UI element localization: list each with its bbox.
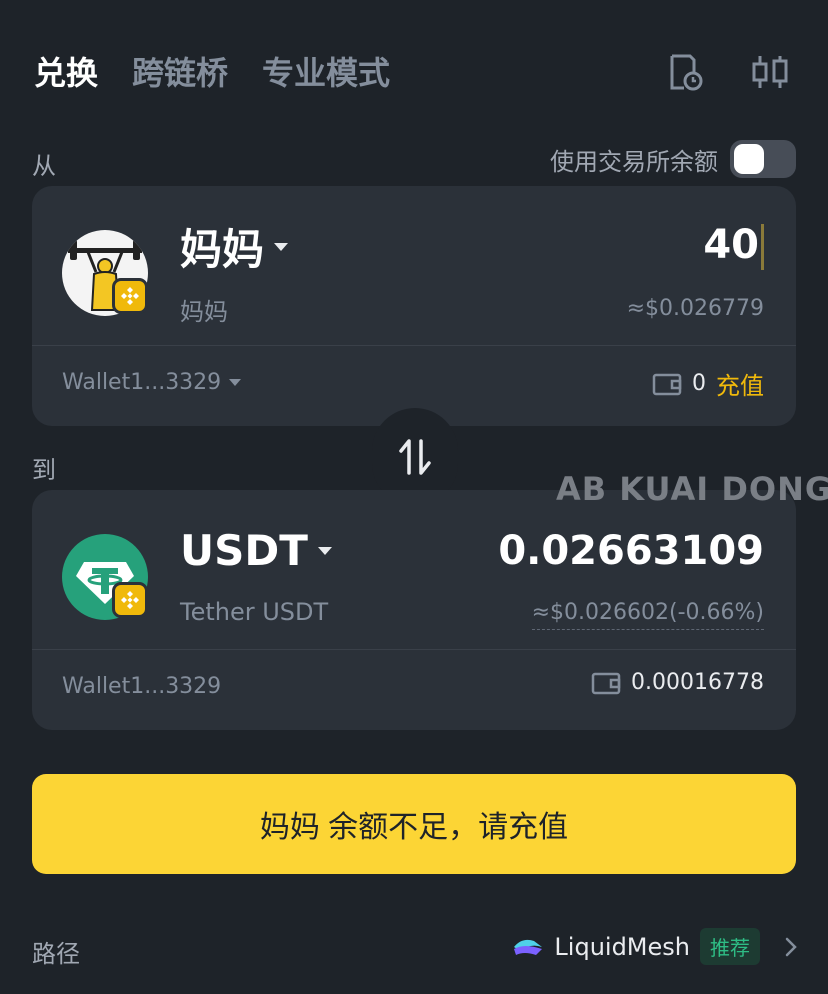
liquidmesh-logo-icon [514,939,543,955]
from-usd-value: ≈$0.026779 [626,296,764,321]
to-amount-value: 0.02663109 [498,528,764,574]
to-balance: 0.00016778 [591,670,764,695]
to-token-name: Tether USDT [180,598,329,626]
from-wallet-name: Wallet1...3329 [62,370,222,395]
to-token-selector[interactable]: USDT [180,526,332,575]
history-icon[interactable] [664,52,704,92]
from-amount-input[interactable]: 40 [703,222,764,270]
deposit-link[interactable]: 充值 [716,366,764,401]
chevron-down-icon [229,379,242,386]
to-balance-value: 0.00016778 [631,670,764,695]
bnb-chain-badge [112,278,148,314]
to-wallet-name: Wallet1...3329 [62,674,222,699]
top-actions [664,52,790,92]
tab-swap[interactable]: 兑换 [34,48,98,94]
chart-settings-icon[interactable] [750,52,790,92]
tab-pro-mode[interactable]: 专业模式 [262,48,390,94]
to-token-symbol: USDT [180,526,308,575]
swap-screen: 兑换 跨链桥 专业模式 从 使用交易所余额 妈妈 妈妈 40 ≈$0.02677… [0,0,828,994]
recommended-badge: 推荐 [700,928,760,965]
from-token-selector[interactable]: 妈妈 [180,216,289,277]
chevron-right-icon [785,937,797,956]
from-token-symbol: 妈妈 [180,225,265,274]
insufficient-balance-deposit-button[interactable]: 妈妈 余额不足，请充值 [32,774,796,874]
from-balance: 0 充值 [652,366,764,401]
route-provider-name: LiquidMesh [554,932,690,961]
route-label: 路径 [32,940,80,968]
switch-knob [734,144,764,174]
from-amount-value: 40 [703,222,759,268]
exchange-balance-switch[interactable] [730,140,796,178]
exchange-balance-label: 使用交易所余额 [550,147,718,176]
to-usd-value[interactable]: ≈$0.026602(-0.66%) [531,600,764,630]
route-selector[interactable]: LiquidMesh 推荐 [512,928,798,965]
divider [32,649,796,650]
tab-bridge[interactable]: 跨链桥 [132,48,228,94]
exchange-balance-toggle-row: 使用交易所余额 [550,140,796,178]
watermark: AB KUAI DONG [556,470,828,508]
to-wallet: Wallet1...3329 [62,674,221,699]
bnb-icon [121,591,139,609]
divider [32,345,796,346]
text-cursor [761,224,764,270]
to-label: 到 [32,456,56,484]
bnb-chain-badge [112,582,148,618]
wallet-icon [591,672,621,694]
from-wallet-selector[interactable]: Wallet1...3329 [62,370,242,395]
mode-tabs: 兑换 跨链桥 专业模式 [34,48,390,94]
chevron-down-icon [317,546,332,555]
from-card: 妈妈 妈妈 40 ≈$0.026779 Wallet1...3329 0 充值 [32,186,796,426]
wallet-icon [652,373,682,395]
bnb-icon [121,287,139,305]
from-label: 从 [32,152,56,180]
chevron-down-icon [274,242,289,251]
swap-arrows-icon [399,439,431,475]
from-balance-value: 0 [692,371,706,396]
from-token-name: 妈妈 [180,298,228,326]
to-card: USDT Tether USDT 0.02663109 ≈$0.026602(-… [32,490,796,730]
